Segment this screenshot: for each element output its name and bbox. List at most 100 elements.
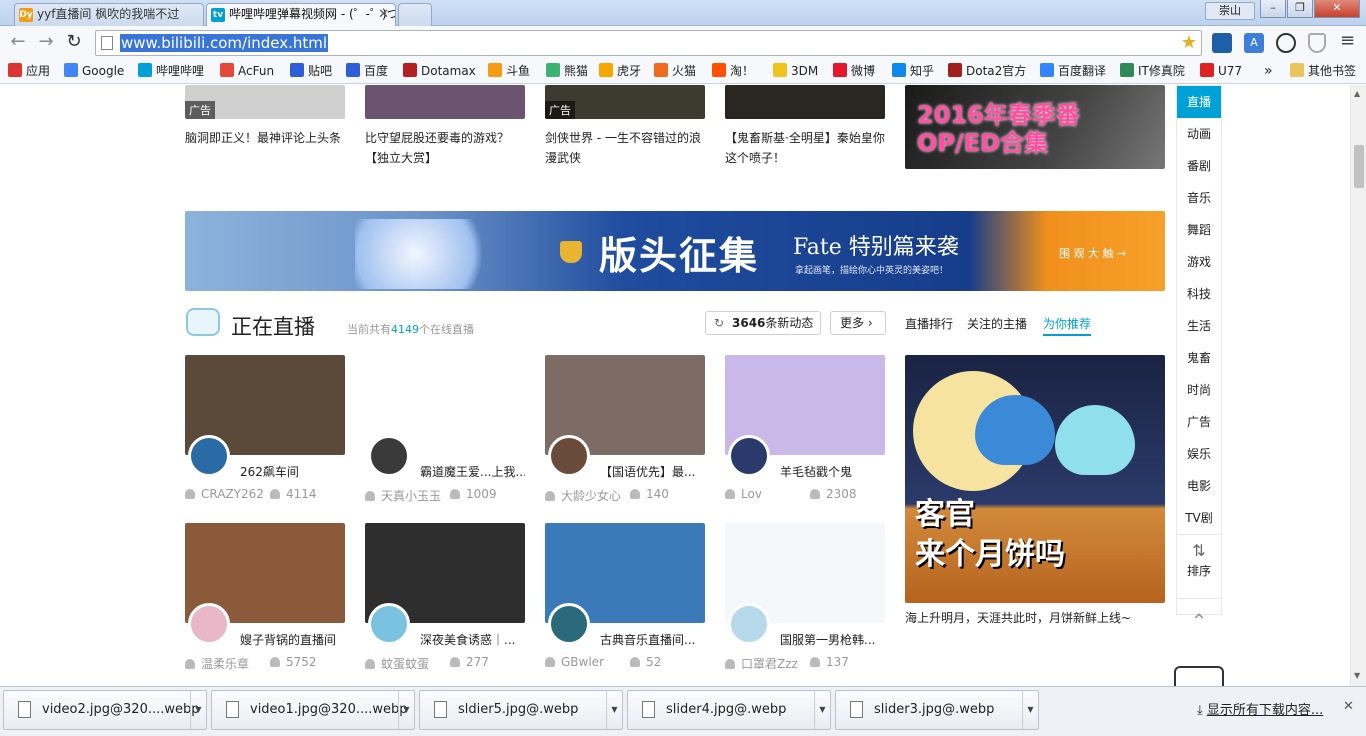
video-caption[interactable]: 脑洞即正义！最神评论上头条 [185,128,345,148]
video-caption[interactable]: 比守望屁股还要毒的游戏？【独立大赏】 [365,128,525,168]
live-card[interactable]: 羊毛毡戳个鬼 Lov 2308 [725,355,885,515]
live-tab[interactable]: 关注的主播 [967,315,1027,332]
video-thumbnail[interactable]: 广告 [545,85,705,119]
bookmark-item[interactable]: 百度 [346,59,388,83]
live-tab[interactable]: 直播排行 [905,315,953,332]
bookmark-item[interactable]: 火猫 [654,59,696,83]
more-bookmarks-icon[interactable]: » [1264,59,1273,83]
dropdown-arrow-icon[interactable]: ▼ [190,691,206,729]
new-updates-button[interactable]: ↻ 3646条新动态 [705,311,821,335]
avatar[interactable] [548,435,590,477]
streamer-name[interactable]: GBwler [545,655,604,669]
dropdown-arrow-icon[interactable]: ▼ [814,691,830,729]
live-title[interactable]: 羊毛毡戳个鬼 [780,463,885,480]
streamer-name[interactable]: 温柔乐章 [185,655,249,672]
bookmark-item[interactable]: 淘！ [712,59,754,83]
avatar[interactable] [728,603,770,645]
scrollbar-thumb[interactable] [1354,145,1364,188]
sidenav-item[interactable]: 游戏 [1177,246,1221,278]
sidenav-item[interactable]: 广告 [1177,406,1221,438]
avatar[interactable] [548,603,590,645]
avatar[interactable] [368,603,410,645]
sidenav-item[interactable]: 舞蹈 [1177,214,1221,246]
live-card[interactable]: 国服第一男枪韩... 口罩君Zzz 137 [725,523,885,683]
maximize-button[interactable]: ❐ [1287,0,1313,18]
live-card[interactable]: 【国语优先】最... 大龄少女心 140 [545,355,705,515]
browser-tab[interactable]: Dy yyf直播间 枫吹的我喘不过 [14,3,204,26]
video-thumbnail[interactable]: 广告 [185,85,345,119]
download-item[interactable]: video2.jpg@320....webp ▼ [3,690,207,730]
profile-user-button[interactable]: 崇山 [1205,2,1255,20]
sort-button[interactable]: ⇅ 排序 [1177,534,1221,588]
bookmark-item[interactable]: 百度翻译 [1040,59,1106,83]
live-title[interactable]: 262飙车间 [240,463,345,480]
promo-banner-spring[interactable]: 2016年春季番 OP/ED合集 [905,85,1165,169]
bookmark-item[interactable]: 虎牙 [599,59,641,83]
back-icon[interactable]: ← [6,30,30,54]
dropdown-arrow-icon[interactable]: ▼ [606,691,622,729]
address-bar[interactable]: www.bilibili.com/index.html ★ [95,30,1202,56]
star-icon[interactable]: ★ [1181,32,1197,53]
browser-tab-active[interactable]: tv 哔哩哔哩弹幕视频网 - (゜-゜)つロ ✕ [206,3,396,27]
bookmark-item[interactable]: 知乎 [892,59,934,83]
avatar[interactable] [728,435,770,477]
extension-icon[interactable] [1212,33,1232,53]
scroll-down-icon[interactable]: ▼ [1354,671,1360,680]
translate-extension-icon[interactable]: A [1244,33,1264,53]
new-tab-button[interactable] [398,3,432,26]
menu-icon[interactable]: ≡ [1340,30,1355,51]
minimize-button[interactable]: – [1260,0,1286,18]
sidenav-item[interactable]: 电影 [1177,470,1221,502]
close-downloads-icon[interactable]: ✕ [1343,699,1354,714]
streamer-name[interactable]: CRAZY262 [185,487,264,501]
streamer-name[interactable]: 大龄少女心 [545,487,621,504]
streamer-name[interactable]: Lov [725,487,762,501]
bookmark-item[interactable]: 熊猫 [546,59,588,83]
download-item[interactable]: sldier5.jpg@.webp ▼ [419,690,623,730]
sidenav-item[interactable]: 音乐 [1177,182,1221,214]
download-item[interactable]: video1.jpg@320....webp ▼ [211,690,415,730]
url-text[interactable]: www.bilibili.com/index.html [120,34,329,52]
live-title[interactable]: 国服第一男枪韩... [780,631,885,648]
live-title[interactable]: 嫂子背锅的直播间 [240,631,345,648]
bookmark-item[interactable]: 贴吧 [290,59,332,83]
video-thumbnail[interactable] [365,85,525,119]
extension-circle-icon[interactable] [1276,33,1296,53]
sidenav-item[interactable]: TV剧 [1177,502,1221,534]
bookmark-item[interactable]: Google [64,59,124,83]
live-title[interactable]: 古典音乐直播间... [600,631,705,648]
header-contest-banner[interactable]: 版头征集 Fate 特别篇来袭 拿起画笔，描绘你心中英灵的美姿吧！ 围 观 大 … [185,211,1165,291]
bookmark-item[interactable]: Dotamax [403,59,476,83]
other-bookmarks[interactable]: 其他书签 [1290,59,1356,83]
chevron-up-icon[interactable]: ⌃ [1177,598,1221,648]
live-title[interactable]: 【国语优先】最... [600,463,705,480]
bookmark-item[interactable]: 斗鱼 [488,59,530,83]
reload-icon[interactable]: ↻ [62,30,86,54]
live-title[interactable]: 霸道魔王爱...上我... [420,463,525,480]
video-thumbnail[interactable] [725,85,885,119]
streamer-name[interactable]: 口罩君Zzz [725,655,798,672]
bookmark-item[interactable]: Dota2官方 [948,59,1026,83]
bookmark-item[interactable]: 应用 [8,59,50,83]
download-item[interactable]: slider3.jpg@.webp ▼ [835,690,1039,730]
download-item[interactable]: slider4.jpg@.webp ▼ [627,690,831,730]
scroll-up-icon[interactable]: ▲ [1354,89,1360,98]
bookmark-item[interactable]: U77 [1200,59,1242,83]
bookmark-item[interactable]: 哔哩哔哩 [138,59,204,83]
mooncake-promo[interactable]: 客官 来个月饼吗 [905,355,1165,603]
dropdown-arrow-icon[interactable]: ▼ [398,691,414,729]
forward-icon[interactable]: → [34,30,58,54]
bookmark-item[interactable]: IT修真院 [1120,59,1185,83]
sidenav-item[interactable]: 时尚 [1177,374,1221,406]
page-scrollbar[interactable]: ▲ ▼ [1350,85,1366,686]
shield-icon[interactable] [1308,33,1326,53]
streamer-name[interactable]: 蚊蛋蚊蛋 [365,655,429,672]
live-card[interactable]: 霸道魔王爱...上我... 天真小玉玉 1009 [365,355,525,515]
dropdown-arrow-icon[interactable]: ▼ [1022,691,1038,729]
sidenav-item[interactable]: 科技 [1177,278,1221,310]
sidenav-item[interactable]: 鬼畜 [1177,342,1221,374]
live-tab[interactable]: 为你推荐 [1043,315,1092,336]
bookmark-item[interactable]: 微博 [833,59,875,83]
live-card[interactable]: 古典音乐直播间... GBwler 52 [545,523,705,683]
avatar[interactable] [188,435,230,477]
